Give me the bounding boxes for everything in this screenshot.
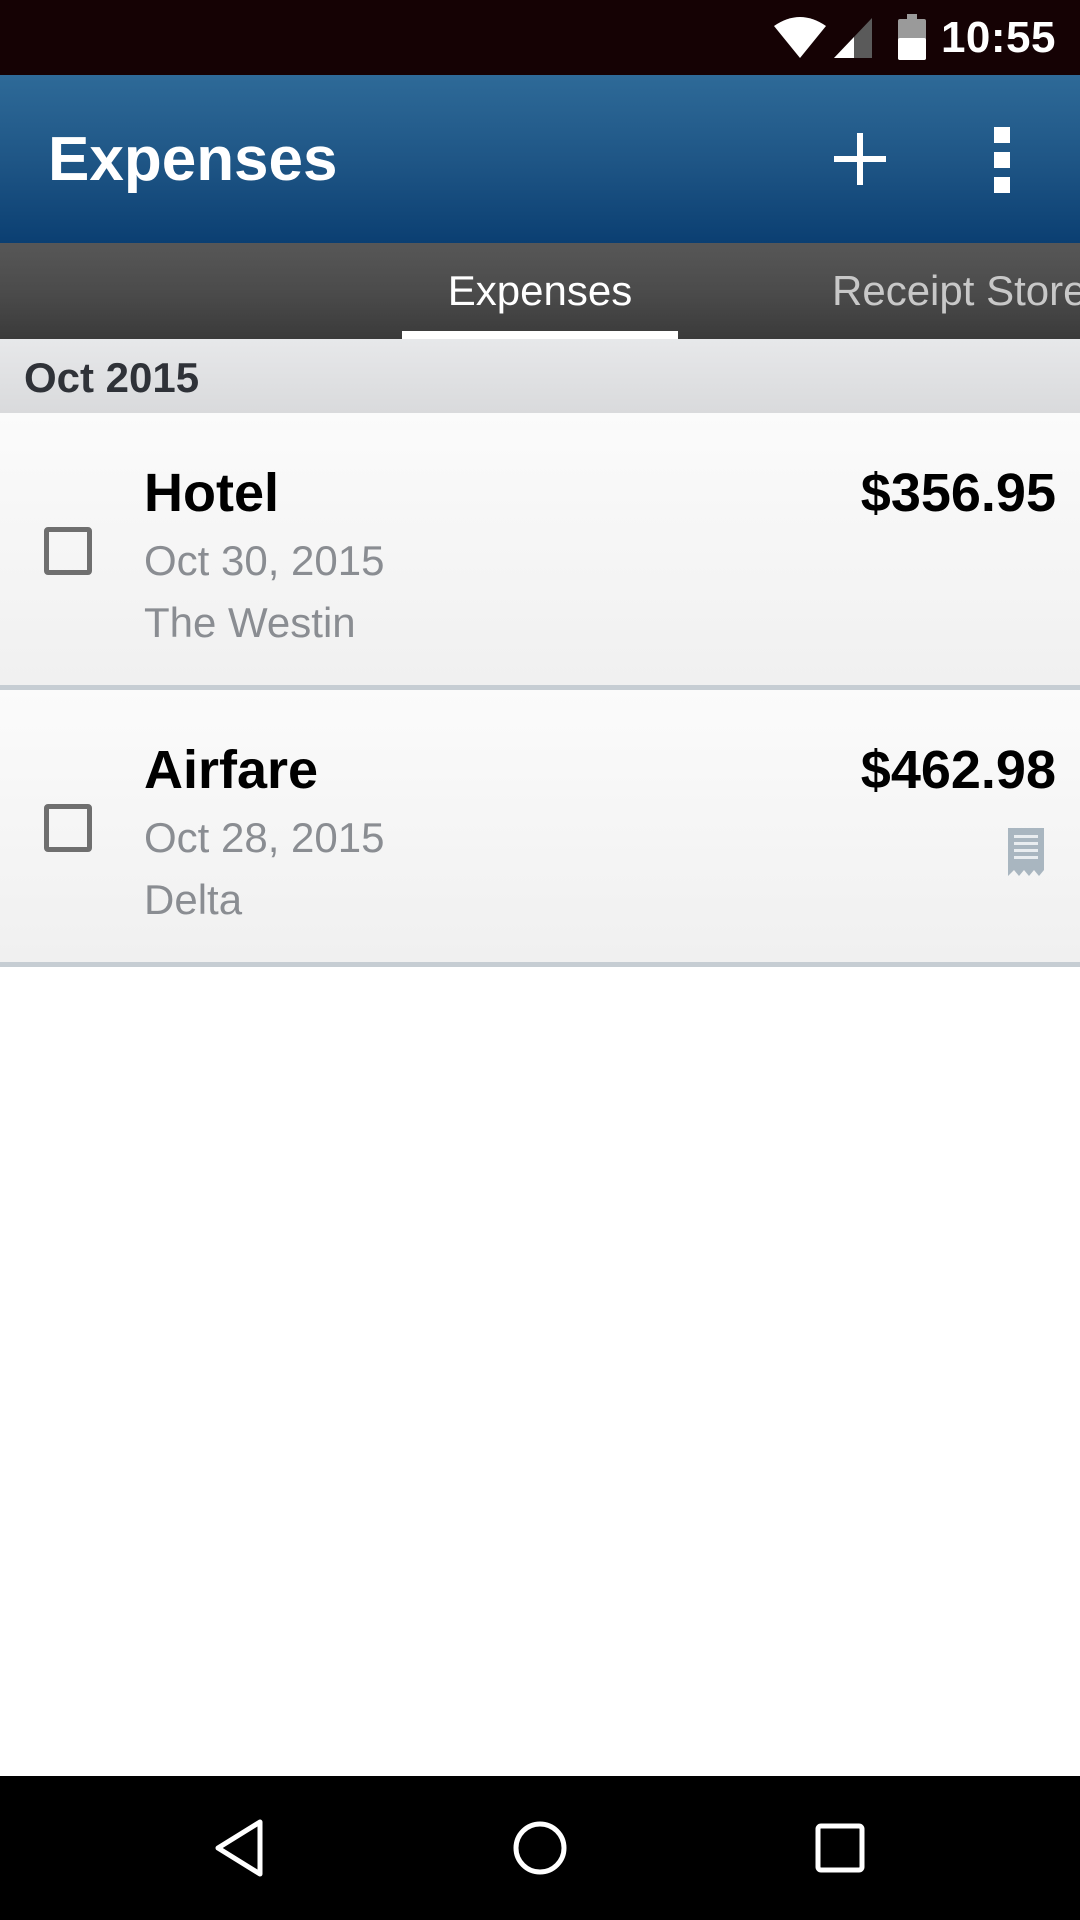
system-nav-bar (0, 1776, 1080, 1920)
expense-row-hotel[interactable]: Hotel Oct 30, 2015 The Westin $356.95 (0, 413, 1080, 690)
battery-icon (898, 14, 926, 60)
expense-vendor: Delta (144, 876, 243, 923)
expenses-screen: 10:55 Expenses Expenses Receipt Store Oc… (0, 0, 1080, 1920)
home-icon[interactable] (508, 1816, 572, 1880)
expense-amount: $356.95 (860, 463, 1056, 523)
app-bar: Expenses (0, 75, 1080, 243)
expense-amount: $462.98 (860, 740, 1056, 800)
back-icon[interactable] (208, 1816, 272, 1880)
expense-checkbox[interactable] (44, 527, 92, 575)
tab-expenses[interactable]: Expenses (402, 243, 678, 339)
page-title: Expenses (48, 125, 338, 194)
tab-receipt-store[interactable]: Receipt Store (832, 243, 1080, 339)
month-section-label: Oct 2015 (24, 354, 200, 401)
add-icon[interactable] (820, 119, 900, 199)
month-section-header: Oct 2015 (0, 339, 1080, 413)
overflow-menu-icon[interactable] (972, 115, 1032, 205)
status-bar: 10:55 (0, 0, 1080, 75)
wifi-icon (774, 17, 826, 58)
expense-checkbox[interactable] (44, 804, 92, 852)
expense-category: Hotel (144, 463, 279, 523)
receipt-icon (1008, 828, 1044, 876)
expense-date: Oct 28, 2015 (144, 814, 385, 861)
tab-expenses-label: Expenses (447, 267, 633, 314)
expense-vendor: The Westin (144, 599, 356, 646)
expense-category: Airfare (144, 740, 319, 800)
tab-bar: Expenses Receipt Store (0, 243, 1080, 339)
cell-signal-icon (834, 18, 872, 58)
recents-icon[interactable] (808, 1816, 872, 1880)
status-clock: 10:55 (940, 13, 1056, 62)
expense-row-airfare[interactable]: Airfare Oct 28, 2015 Delta $462.98 (0, 690, 1080, 967)
expense-date: Oct 30, 2015 (144, 537, 385, 584)
tab-receipt-store-label: Receipt Store (832, 267, 1080, 314)
tab-active-indicator (402, 331, 678, 339)
